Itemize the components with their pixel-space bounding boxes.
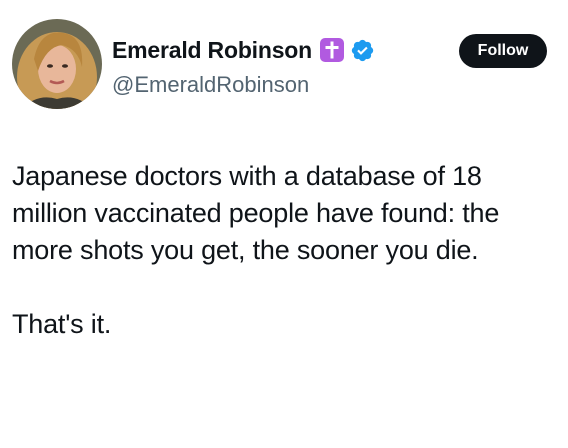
cross-icon (320, 38, 344, 62)
tweet-body: Japanese doctors with a database of 18 m… (12, 158, 560, 343)
avatar[interactable] (12, 19, 102, 109)
tweet-card: Emerald Robinson @EmeraldRobinson Follow… (0, 0, 568, 448)
author-handle[interactable]: @EmeraldRobinson (112, 72, 309, 98)
follow-button[interactable]: Follow (459, 34, 547, 68)
author-display-name[interactable]: Emerald Robinson (112, 37, 312, 64)
author-name-row: Emerald Robinson (112, 32, 375, 68)
profile-photo-icon (12, 19, 102, 109)
tweet-paragraph: That's it. (12, 309, 112, 339)
tweet-paragraph: Japanese doctors with a database of 18 m… (12, 161, 500, 265)
verified-icon (350, 38, 375, 63)
